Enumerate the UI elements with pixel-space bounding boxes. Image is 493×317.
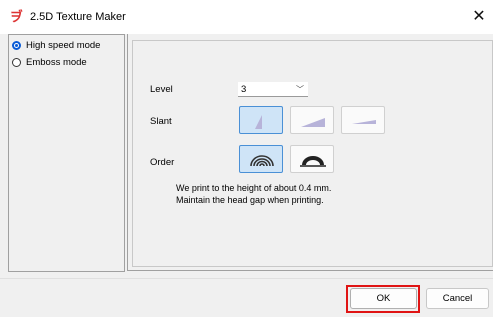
slant-steep-button[interactable] [239,106,283,134]
title-bar: ヺ 2.5D Texture Maker ✕ [0,0,493,34]
ok-button[interactable]: OK [350,288,417,309]
radio-high-speed-mode[interactable]: High speed mode [12,38,100,52]
radio-label: Emboss mode [26,56,87,68]
order-dome-button[interactable] [290,145,334,173]
info-line-2: Maintain the head gap when printing. [176,195,324,205]
cancel-button[interactable]: Cancel [426,288,489,309]
chevron-down-icon: ﹀ [296,85,304,94]
level-select[interactable]: 3 ﹀ [238,82,308,97]
slant-medium-button[interactable] [290,106,334,134]
dome-icon [300,156,326,167]
layered-arch-icon [250,155,274,167]
app-icon: ヺ [10,9,24,24]
steep-slant-icon [255,115,262,129]
level-label: Level [150,84,173,95]
window-title: 2.5D Texture Maker [30,11,126,23]
medium-slant-icon [301,118,325,127]
radio-button[interactable] [12,57,21,67]
radio-emboss-mode[interactable]: Emboss mode [12,55,87,69]
close-icon[interactable]: ✕ [468,6,490,28]
order-label: Order [150,157,175,168]
info-line-1: We print to the height of about 0.4 mm. [176,183,332,193]
mode-panel: High speed mode Emboss mode [8,34,125,272]
order-layered-button[interactable] [239,145,283,173]
radio-button-checked[interactable] [12,40,21,50]
level-value: 3 [241,84,247,95]
slant-label: Slant [150,116,172,127]
radio-label: High speed mode [26,39,101,51]
slant-gentle-button[interactable] [341,106,385,134]
divider [0,278,493,279]
gentle-slant-icon [352,120,376,124]
